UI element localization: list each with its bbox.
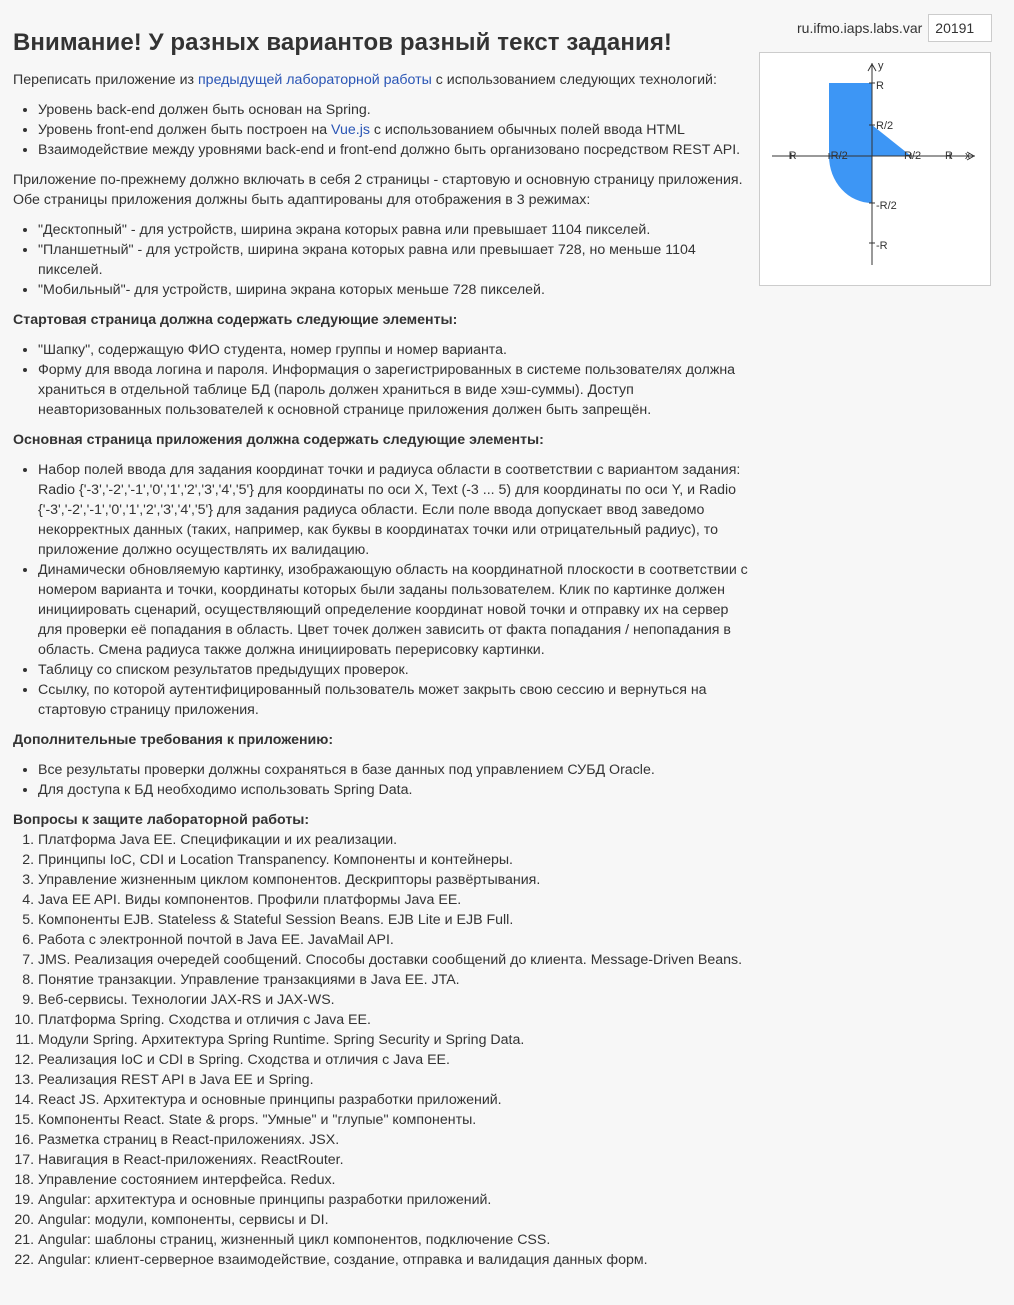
list-item: Веб-сервисы. Технологии JAX-RS и JAX-WS. (38, 990, 748, 1010)
list-item: Платформа Spring. Сходства и отличия с J… (38, 1010, 748, 1030)
vuejs-link[interactable]: Vue.js (331, 122, 370, 138)
page-title: Внимание! У разных вариантов разный текс… (13, 29, 673, 56)
start-page-list: "Шапку", содержащую ФИО студента, номер … (13, 340, 748, 420)
list-item: Управление состоянием интерфейса. Redux. (38, 1170, 748, 1190)
list-item: Ссылку, по которой аутентифицированный п… (38, 680, 748, 720)
list-item: "Шапку", содержащую ФИО студента, номер … (38, 340, 748, 360)
list-item: Управление жизненным циклом компонентов.… (38, 870, 748, 890)
assignment-content: Внимание! У разных вариантов разный текс… (13, 0, 748, 1270)
list-item: "Мобильный"- для устройств, ширина экран… (38, 280, 748, 300)
tech-item-text-after: с использованием обычных полей ввода HTM… (369, 122, 685, 138)
list-item: Java EE API. Виды компонентов. Профили п… (38, 890, 748, 910)
list-item: Angular: модули, компоненты, сервисы и D… (38, 1210, 748, 1230)
tick-label-y-neg-r: -R (876, 240, 888, 252)
list-item: Реализация IoC и CDI в Spring. Сходства … (38, 1050, 748, 1070)
list-item: Динамически обновляемую картинку, изобра… (38, 560, 748, 660)
area-graph: y x -R -R/2 R/2 R R R/2 -R/2 -R (759, 52, 991, 286)
list-item: Для доступа к БД необходимо использовать… (38, 780, 748, 800)
list-item: Навигация в React-приложениях. ReactRout… (38, 1150, 748, 1170)
list-item: Понятие транзакции. Управление транзакци… (38, 970, 748, 990)
list-item: Принципы IoC, CDI и Location Transpanenc… (38, 850, 748, 870)
tick-label-x-r-half: R/2 (904, 150, 921, 162)
axis-label-y: y (878, 60, 884, 72)
list-item: Работа с электронной почтой в Java EE. J… (38, 930, 748, 950)
list-item: Angular: шаблоны страниц, жизненный цикл… (38, 1230, 748, 1250)
area-graph-svg: y x -R -R/2 R/2 R R R/2 -R/2 -R (772, 60, 976, 265)
list-item: Набор полей ввода для задания координат … (38, 460, 748, 560)
list-item: Взаимодействие между уровнями back-end и… (38, 140, 748, 160)
list-item: Форму для ввода логина и пароля. Информа… (38, 360, 748, 420)
main-page-heading: Основная страница приложения должна соде… (13, 432, 544, 448)
start-page-heading: Стартовая страница должна содержать след… (13, 312, 458, 328)
questions-heading: Вопросы к защите лабораторной работы: (13, 812, 310, 828)
tech-list: Уровень back-end должен быть основан на … (13, 100, 748, 160)
list-item: Модули Spring. Архитектура Spring Runtim… (38, 1030, 748, 1050)
tick-label-y-r: R (876, 80, 884, 92)
intro-text-after: с использованием следующих технологий: (431, 72, 717, 88)
tick-label-x-r: R (945, 150, 953, 162)
variant-selector: ru.ifmo.iaps.labs.var (797, 13, 993, 43)
list-item: "Десктопный" - для устройств, ширина экр… (38, 220, 748, 240)
axis-label-x: x (965, 150, 971, 162)
modes-list: "Десктопный" - для устройств, ширина экр… (13, 220, 748, 300)
previous-lab-link[interactable]: предыдущей лабораторной работы (198, 72, 432, 88)
list-item: Разметка страниц в React-приложениях. JS… (38, 1130, 748, 1150)
tick-label-y-r-half: R/2 (876, 120, 893, 132)
extra-requirements-list: Все результаты проверки должны сохранять… (13, 760, 748, 800)
list-item: Компоненты React. State & props. "Умные"… (38, 1110, 748, 1130)
questions-list: Платформа Java EE. Спецификации и их реа… (13, 830, 748, 1270)
area-shape (829, 83, 911, 203)
main-page-list: Набор полей ввода для задания координат … (13, 460, 748, 720)
list-item: React JS. Архитектура и основные принцип… (38, 1090, 748, 1110)
intro-paragraph: Переписать приложение из предыдущей лабо… (13, 70, 748, 90)
list-item: Таблицу со списком результатов предыдущи… (38, 660, 748, 680)
extra-requirements-heading: Дополнительные требования к приложению: (13, 732, 334, 748)
list-item: Реализация REST API в Java EE и Spring. (38, 1070, 748, 1090)
tick-label-x-neg-r-half: -R/2 (827, 150, 848, 162)
list-item: Уровень back-end должен быть основан на … (38, 100, 748, 120)
intro-text-before: Переписать приложение из (13, 72, 198, 88)
list-item: "Планшетный" - для устройств, ширина экр… (38, 240, 748, 280)
variant-label: ru.ifmo.iaps.labs.var (797, 20, 923, 36)
list-item: Все результаты проверки должны сохранять… (38, 760, 748, 780)
pages-paragraph: Приложение по-прежнему должно включать в… (13, 172, 743, 208)
tick-label-x-neg-r: -R (785, 150, 797, 162)
list-item: Компоненты EJB. Stateless & Stateful Ses… (38, 910, 748, 930)
list-item: Angular: клиент-серверное взаимодействие… (38, 1250, 748, 1270)
tick-label-y-neg-r-half: -R/2 (876, 200, 897, 212)
list-item: JMS. Реализация очередей сообщений. Спос… (38, 950, 748, 970)
tech-item-text-before: Уровень front-end должен быть построен н… (38, 122, 332, 138)
list-item: Angular: архитектура и основные принципы… (38, 1190, 748, 1210)
list-item: Платформа Java EE. Спецификации и их реа… (38, 830, 748, 850)
list-item: Уровень front-end должен быть построен н… (38, 120, 748, 140)
variant-input[interactable] (928, 14, 993, 42)
